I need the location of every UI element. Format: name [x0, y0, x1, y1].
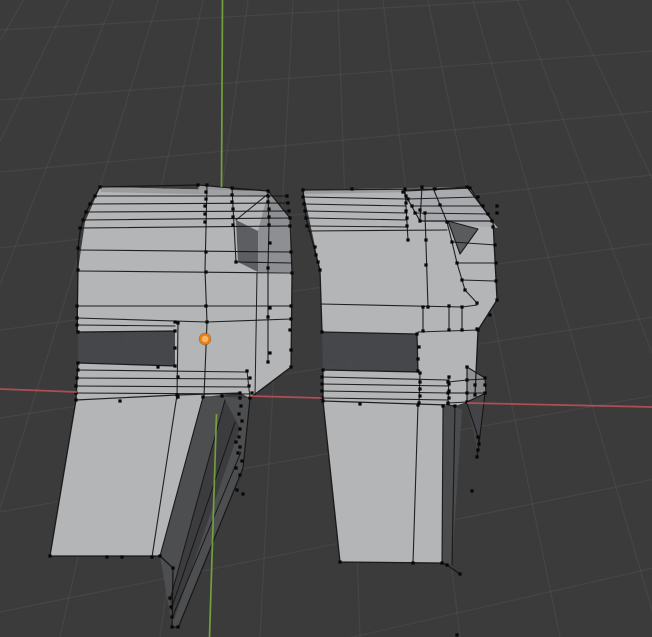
viewport-canvas[interactable] [0, 0, 652, 637]
axis-y-green-line [220, 0, 224, 188]
3d-viewport[interactable] [0, 0, 652, 637]
axis-x-red-line [0, 388, 78, 393]
mesh-object-right[interactable] [301, 185, 499, 637]
object-origin-indicator[interactable] [198, 332, 212, 346]
axis-x-red-line [466, 402, 652, 408]
mesh-object-left[interactable] [48, 183, 294, 629]
axis-x-red-line [249, 395, 323, 399]
mesh-object-right-faces [303, 187, 498, 565]
